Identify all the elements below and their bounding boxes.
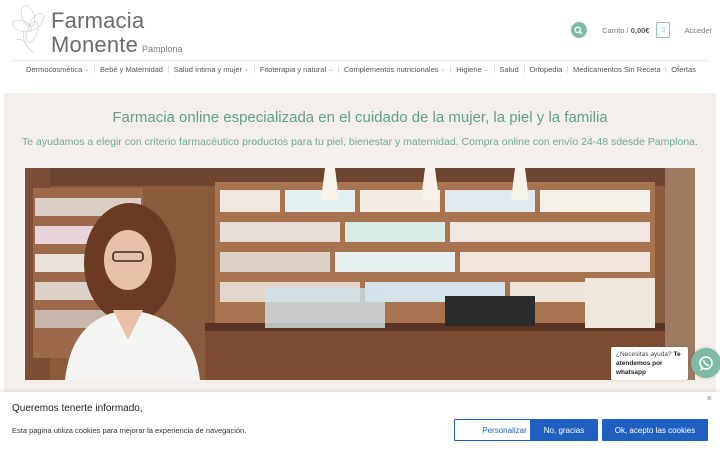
whatsapp-question: ¿Necesitas ayuda? — [616, 351, 672, 358]
nav-item-3[interactable]: Fitoterapia y natural ⌄ — [260, 65, 333, 74]
nav-separator — [665, 66, 667, 73]
logo-text-line1: Farmacia — [51, 8, 145, 33]
close-icon[interactable]: × — [707, 393, 712, 403]
cart-total: 0,00€ — [630, 25, 650, 35]
flower-logo-icon — [12, 5, 44, 53]
nav-item-label: Dermocosmética — [26, 65, 83, 74]
nav-item-label: Fitoterapia y natural — [259, 65, 327, 74]
chevron-down-icon: ⌄ — [244, 67, 250, 73]
nav-item-7[interactable]: Ortopedia — [529, 65, 562, 74]
hero-title: Farmacia online especializada en el cuid… — [112, 109, 608, 126]
search-icon — [574, 25, 583, 35]
nav-separator — [493, 66, 495, 73]
nav-item-9[interactable]: Ofertas — [671, 65, 696, 74]
logo[interactable]: Farmacia Monente Pamplona — [10, 2, 183, 57]
nav-item-label: Medicamentos Sin Receta — [573, 65, 661, 74]
logo-text-line2: Monente — [51, 32, 139, 57]
nav-item-label: Salud — [499, 65, 519, 74]
search-button[interactable] — [570, 22, 587, 38]
nav-item-2[interactable]: Salud íntima y mujer ⌄ — [174, 65, 249, 74]
nav-separator — [567, 66, 569, 73]
nav-item-label: Complementos nutricionales — [343, 65, 439, 74]
pharmacy-photo — [25, 168, 695, 380]
cart-label: Carrito / — [601, 25, 629, 35]
nav-separator — [338, 66, 340, 73]
whatsapp-bubble[interactable]: ¿Necesitas ayuda? Te atendemos por whats… — [611, 347, 688, 380]
chevron-down-icon: ⌄ — [440, 67, 446, 73]
nav-separator — [450, 66, 452, 73]
nav-item-6[interactable]: Salud — [499, 65, 518, 74]
nav-item-5[interactable]: Higiene ⌄ — [456, 65, 488, 74]
nav-item-label: Ofertas — [671, 65, 696, 74]
chevron-down-icon: ⌄ — [84, 67, 90, 73]
nav-item-0[interactable]: Dermocosmética ⌄ — [26, 65, 89, 74]
cookie-banner: Queremos tenerte informado, Esta pagina … — [0, 392, 720, 450]
nav-separator — [523, 66, 525, 73]
nav-item-label: Higiene — [456, 65, 482, 74]
cart-count: 0 — [661, 26, 666, 34]
cookie-title: Queremos tenerte informado, — [12, 403, 143, 414]
nav-item-8[interactable]: Medicamentos Sin Receta — [573, 65, 661, 74]
nav-item-label: Bebé y Maternidad — [100, 65, 163, 74]
nav-item-1[interactable]: Bebé y Maternidad — [100, 65, 163, 74]
nav-item-label: Salud íntima y mujer — [173, 65, 243, 74]
whatsapp-button[interactable] — [691, 348, 720, 378]
cookie-text: Esta pagina utiliza cookies para mejorar… — [12, 426, 247, 435]
accept-cookies-button[interactable]: Ok, acepto las cookies — [602, 419, 708, 441]
login-link[interactable]: Acceder — [684, 26, 712, 35]
nav-separator — [94, 66, 96, 73]
chevron-down-icon: ⌄ — [328, 67, 334, 73]
hero-section: Farmacia online especializada en el cuid… — [4, 93, 716, 393]
logo-subtitle: Pamplona — [142, 44, 183, 54]
reject-cookies-button[interactable]: No, gracias — [530, 419, 598, 441]
whatsapp-icon — [699, 356, 713, 371]
cart-icon[interactable]: 0 — [656, 22, 671, 38]
site-header: Farmacia Monente Pamplona Carrito / 0,00… — [0, 0, 720, 60]
hero-subtitle: Te ayudamos a elegir con criterio farmac… — [22, 136, 698, 148]
cart-link[interactable]: Carrito / 0,00€ — [602, 26, 650, 35]
nav-separator — [167, 66, 169, 73]
pharmacy-interior-image — [25, 168, 695, 380]
nav-item-label: Ortopedia — [529, 65, 563, 74]
chevron-down-icon: ⌄ — [483, 67, 489, 73]
main-nav: Dermocosmética ⌄ Bebé y Maternidad Salud ín… — [10, 60, 710, 78]
page: Farmacia Monente Pamplona Carrito / 0,00… — [0, 0, 720, 450]
nav-item-4[interactable]: Complementos nutricionales ⌄ — [344, 65, 446, 74]
header-actions: Carrito / 0,00€ 0 Acceder — [570, 20, 712, 40]
nav-separator — [253, 66, 255, 73]
